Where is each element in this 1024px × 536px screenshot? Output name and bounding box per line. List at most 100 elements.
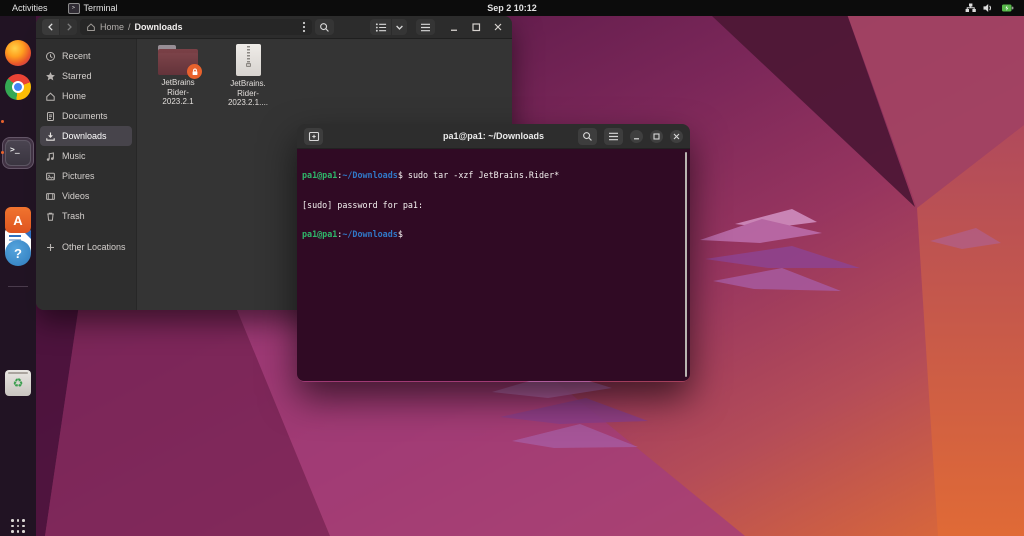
show-applications-button[interactable] — [11, 519, 25, 533]
maximize-button[interactable] — [468, 19, 484, 35]
clock-icon — [45, 51, 56, 62]
running-indicator-files — [1, 120, 4, 123]
terminal-line: pa1@pa1:~/Downloads$ — [302, 230, 685, 240]
music-icon — [45, 151, 56, 162]
terminal-minimize-button[interactable] — [630, 130, 643, 143]
picture-icon — [45, 171, 56, 182]
sidebar-item-starred[interactable]: Starred — [40, 66, 132, 86]
running-indicator-terminal — [1, 151, 4, 154]
dock-item-help[interactable]: ? — [5, 240, 31, 266]
search-icon — [582, 131, 593, 142]
focused-app-label: Terminal — [84, 3, 118, 13]
sidebar-item-music[interactable]: Music — [40, 146, 132, 166]
terminal-maximize-button[interactable] — [650, 130, 663, 143]
download-icon — [45, 131, 56, 142]
video-icon — [45, 191, 56, 202]
terminal-output[interactable]: pa1@pa1:~/Downloads$ sudo tar -xzf JetBr… — [297, 149, 690, 381]
maximize-icon — [470, 21, 482, 33]
sidebar-label: Starred — [62, 71, 92, 81]
sidebar-item-other-locations[interactable]: Other Locations — [40, 237, 132, 257]
lock-badge-icon — [187, 64, 202, 79]
minimize-icon — [448, 21, 460, 33]
breadcrumb-home[interactable]: Home — [100, 22, 124, 32]
sidebar-label: Trash — [62, 211, 85, 221]
dock-item-chrome[interactable] — [5, 74, 31, 100]
sidebar-label: Home — [62, 91, 86, 101]
home-icon — [45, 91, 56, 102]
dock-item-trash[interactable]: ♻ — [5, 370, 31, 396]
activities-button[interactable]: Activities — [0, 0, 60, 16]
archive-icon — [236, 44, 261, 76]
minimize-button[interactable] — [446, 19, 462, 35]
home-icon — [86, 22, 96, 32]
minimize-icon — [632, 132, 641, 141]
dock-item-terminal[interactable]: >_ — [5, 140, 31, 166]
terminal-window: pa1@pa1: ~/Downloads — [297, 124, 690, 382]
sidebar-item-home[interactable]: Home — [40, 86, 132, 106]
kebab-menu-icon — [302, 21, 306, 33]
close-icon — [492, 21, 504, 33]
dock-separator — [8, 286, 28, 287]
sidebar-label: Other Locations — [62, 242, 126, 252]
sidebar-label: Documents — [62, 111, 108, 121]
desktop: Activities > Terminal Sep 2 10:12 — [0, 0, 1024, 536]
search-button[interactable] — [315, 19, 334, 35]
close-icon — [672, 132, 681, 141]
terminal-menu-button[interactable] — [604, 128, 623, 145]
terminal-scrollbar[interactable] — [685, 152, 688, 377]
document-icon — [45, 111, 56, 122]
file-name: JetBrains. Rider- 2023.2.1.... — [219, 79, 277, 108]
sidebar-label: Recent — [62, 51, 91, 61]
sidebar-label: Downloads — [62, 131, 107, 141]
volume-icon — [983, 3, 994, 13]
view-mode-button[interactable] — [370, 19, 391, 35]
top-bar: Activities > Terminal Sep 2 10:12 — [0, 0, 1024, 16]
path-options-button[interactable] — [302, 21, 306, 33]
focused-app-menu[interactable]: > Terminal — [60, 0, 126, 16]
sidebar-item-recent[interactable]: Recent — [40, 46, 132, 66]
chevron-down-icon — [395, 23, 404, 32]
file-item-jetbrains-rider-archive[interactable]: JetBrains. Rider- 2023.2.1.... — [219, 44, 277, 108]
files-header-bar[interactable]: Home / Downloads — [36, 16, 512, 39]
back-button[interactable] — [42, 19, 59, 35]
terminal-search-button[interactable] — [578, 128, 597, 145]
hamburger-menu-icon — [420, 23, 431, 32]
new-tab-button[interactable] — [304, 128, 323, 145]
file-name: JetBrains Rider- 2023.2.1 — [149, 78, 207, 107]
clock[interactable]: Sep 2 10:12 — [487, 0, 537, 16]
battery-charging-icon — [1001, 3, 1014, 13]
network-icon — [965, 3, 976, 13]
terminal-line: pa1@pa1:~/Downloads$ sudo tar -xzf JetBr… — [302, 171, 685, 181]
main-menu-button[interactable] — [416, 19, 435, 35]
view-options-dropdown[interactable] — [392, 19, 407, 35]
terminal-close-button[interactable] — [670, 130, 683, 143]
system-tray[interactable] — [965, 0, 1024, 16]
files-sidebar: Recent Starred Home Documents Downloads — [36, 39, 137, 310]
sidebar-item-trash[interactable]: Trash — [40, 206, 132, 226]
sidebar-label: Videos — [62, 191, 89, 201]
sidebar-label: Pictures — [62, 171, 95, 181]
chevron-left-icon — [46, 22, 56, 32]
sidebar-item-downloads[interactable]: Downloads — [40, 126, 132, 146]
breadcrumb-current[interactable]: Downloads — [135, 22, 183, 32]
folder-locked-icon — [158, 45, 198, 75]
file-item-jetbrains-rider-folder[interactable]: JetBrains Rider- 2023.2.1 — [149, 45, 207, 107]
sidebar-item-pictures[interactable]: Pictures — [40, 166, 132, 186]
terminal-header-bar[interactable]: pa1@pa1: ~/Downloads — [297, 124, 690, 149]
star-icon — [45, 71, 56, 82]
sidebar-item-documents[interactable]: Documents — [40, 106, 132, 126]
sidebar-item-videos[interactable]: Videos — [40, 186, 132, 206]
search-icon — [319, 22, 330, 33]
dock-item-firefox[interactable] — [5, 40, 31, 66]
terminal-line: [sudo] password for pa1: — [302, 201, 685, 211]
close-button[interactable] — [490, 19, 506, 35]
dock: >_ A ? ♻ — [0, 16, 36, 536]
plus-icon — [45, 242, 56, 253]
breadcrumb[interactable]: Home / Downloads — [80, 19, 312, 35]
breadcrumb-separator: / — [128, 22, 131, 32]
forward-button[interactable] — [60, 19, 77, 35]
chevron-right-icon — [64, 22, 74, 32]
dock-item-ubuntu-software[interactable]: A — [5, 207, 31, 233]
list-view-icon — [375, 22, 387, 33]
terminal-app-icon: > — [68, 3, 80, 14]
